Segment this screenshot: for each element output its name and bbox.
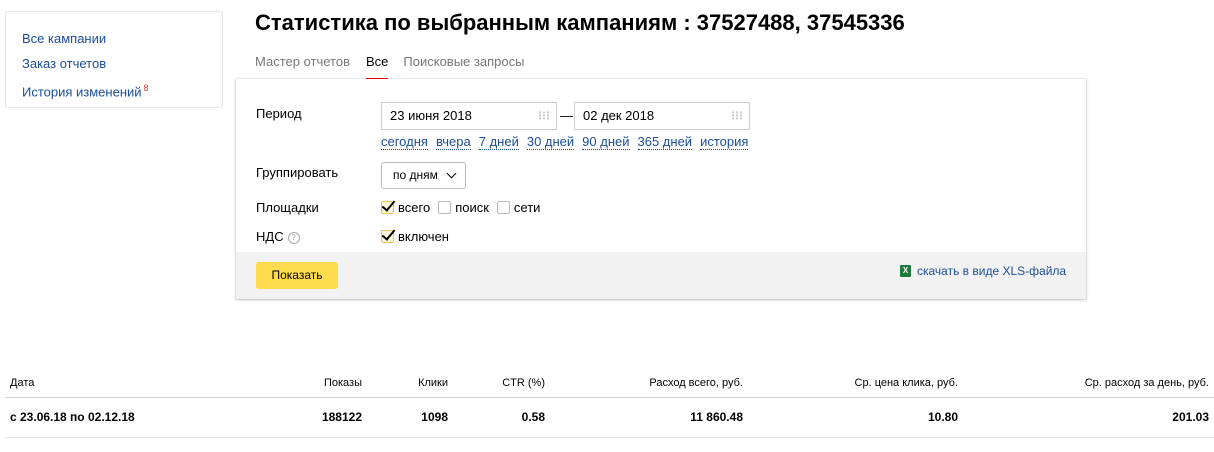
panel-footer: Показать X скачать в виде XLS-файла: [236, 252, 1086, 299]
cell-impressions: 188122: [321, 410, 362, 424]
sidebar-item-report-orders[interactable]: Заказ отчетов: [22, 51, 222, 76]
notification-badge: 8: [143, 83, 149, 93]
period-link-yesterday[interactable]: вчера: [435, 135, 471, 150]
vat-label: НДС: [256, 229, 284, 244]
tab-all[interactable]: Все: [366, 54, 389, 80]
checkbox-search[interactable]: [438, 201, 452, 214]
tab-bar: Мастер отчетов Все Поисковые запросы: [255, 54, 540, 80]
date-from-input[interactable]: 23 июня 2018: [381, 102, 557, 130]
sidebar-item-label: Все кампании: [22, 31, 107, 46]
sidebar-item-change-history[interactable]: История изменений 8: [22, 76, 222, 104]
period-link-30-days[interactable]: 30 дней: [526, 135, 575, 150]
column-header-avg-cpc[interactable]: Ср. цена клика, руб.: [855, 377, 958, 389]
period-link-90-days[interactable]: 90 дней: [582, 135, 630, 150]
group-by-select[interactable]: по дням: [381, 162, 466, 189]
cell-date: с 23.06.18 по 02.12.18: [10, 410, 135, 424]
group-by-value: по дням: [393, 168, 438, 182]
period-link-today[interactable]: сегодня: [381, 135, 428, 150]
column-header-avg-daily-spend[interactable]: Ср. расход за день, руб.: [1085, 377, 1209, 389]
sidebar: Все кампании Заказ отчетов История измен…: [5, 11, 223, 108]
cell-avg-cpc: 10.80: [927, 410, 958, 424]
column-header-ctr[interactable]: CTR (%): [502, 377, 545, 389]
checkbox-networks[interactable]: [496, 201, 510, 214]
platforms-label: Площадки: [256, 200, 319, 215]
chevron-down-icon: [446, 168, 457, 179]
tab-report-wizard[interactable]: Мастер отчетов: [255, 54, 350, 80]
excel-icon: X: [900, 265, 911, 277]
cell-spend-total: 11 860.48: [690, 410, 743, 424]
period-link-history[interactable]: история: [700, 135, 749, 150]
stats-table: Дата Показы Клики CTR (%) Расход всего, …: [5, 366, 1214, 438]
calendar-icon[interactable]: [731, 111, 743, 120]
table-header: Дата Показы Клики CTR (%) Расход всего, …: [5, 366, 1214, 398]
sidebar-item-label: История изменений: [22, 84, 142, 100]
download-xls-link[interactable]: X скачать в виде XLS-файла: [900, 264, 1066, 278]
cell-avg-daily-spend: 201.03: [1172, 410, 1209, 424]
quick-period-links: сегодня вчера 7 дней 30 дней 90 дней 365…: [381, 135, 756, 150]
column-header-date[interactable]: Дата: [10, 377, 34, 389]
table-row: с 23.06.18 по 02.12.18 188122 1098 0.58 …: [5, 398, 1214, 438]
date-to-value: 02 дек 2018: [583, 108, 655, 123]
cell-clicks: 1098: [421, 410, 448, 424]
sidebar-item-all-campaigns[interactable]: Все кампании: [22, 26, 222, 51]
column-header-clicks[interactable]: Клики: [418, 377, 448, 389]
report-settings-panel: Период 23 июня 2018 — 02 дек 2018 сегодн…: [236, 79, 1086, 299]
period-link-7-days[interactable]: 7 дней: [478, 135, 519, 150]
calendar-icon[interactable]: [538, 111, 550, 120]
checkbox-all-label[interactable]: всего: [398, 200, 430, 215]
checkbox-networks-label[interactable]: сети: [514, 200, 541, 215]
date-from-value: 23 июня 2018: [390, 108, 472, 123]
column-header-spend-total[interactable]: Расход всего, руб.: [649, 377, 743, 389]
period-link-365-days[interactable]: 365 дней: [637, 135, 693, 150]
page-title: Статистика по выбранным кампаниям : 3752…: [255, 10, 905, 35]
vat-option: включен: [381, 229, 457, 244]
vat-label-group: НДС?: [256, 229, 300, 244]
date-to-input[interactable]: 02 дек 2018: [574, 102, 750, 130]
show-button[interactable]: Показать: [256, 262, 338, 289]
help-icon[interactable]: ?: [287, 232, 300, 244]
group-label: Группировать: [256, 165, 339, 180]
sidebar-item-label: Заказ отчетов: [22, 56, 107, 71]
platforms-options: всего поиск сети: [381, 200, 548, 215]
tab-search-queries[interactable]: Поисковые запросы: [403, 54, 524, 80]
date-separator: —: [560, 108, 573, 123]
checkbox-search-label[interactable]: поиск: [455, 200, 489, 215]
cell-ctr: 0.58: [521, 410, 545, 424]
checkbox-vat-included[interactable]: [381, 230, 394, 243]
checkbox-vat-label[interactable]: включен: [398, 229, 449, 244]
period-label: Период: [256, 106, 302, 121]
column-header-impressions[interactable]: Показы: [324, 377, 362, 389]
download-xls-label: скачать в виде XLS-файла: [917, 264, 1067, 278]
checkbox-all[interactable]: [381, 201, 394, 214]
